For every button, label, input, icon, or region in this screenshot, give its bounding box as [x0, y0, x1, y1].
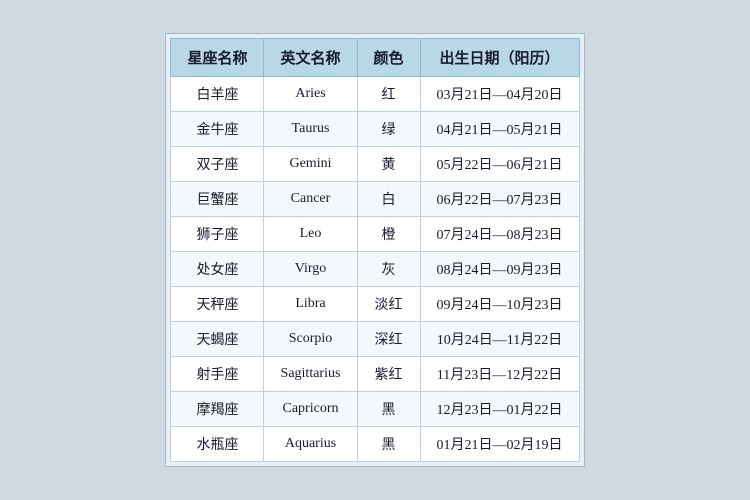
table-row: 金牛座Taurus绿04月21日—05月21日	[171, 112, 579, 147]
cell-dates: 10月24日—11月22日	[420, 322, 579, 357]
header-chinese-name: 星座名称	[171, 39, 264, 77]
table-row: 巨蟹座Cancer白06月22日—07月23日	[171, 182, 579, 217]
zodiac-table-container: 星座名称 英文名称 颜色 出生日期（阳历） 白羊座Aries红03月21日—04…	[165, 33, 584, 467]
cell-color: 白	[357, 182, 420, 217]
cell-dates: 05月22日—06月21日	[420, 147, 579, 182]
cell-chinese-name: 金牛座	[171, 112, 264, 147]
cell-chinese-name: 摩羯座	[171, 392, 264, 427]
cell-chinese-name: 巨蟹座	[171, 182, 264, 217]
cell-chinese-name: 狮子座	[171, 217, 264, 252]
cell-english-name: Virgo	[264, 252, 357, 287]
table-row: 摩羯座Capricorn黑12月23日—01月22日	[171, 392, 579, 427]
table-row: 白羊座Aries红03月21日—04月20日	[171, 77, 579, 112]
cell-english-name: Capricorn	[264, 392, 357, 427]
cell-chinese-name: 天蝎座	[171, 322, 264, 357]
table-header-row: 星座名称 英文名称 颜色 出生日期（阳历）	[171, 39, 579, 77]
cell-dates: 06月22日—07月23日	[420, 182, 579, 217]
cell-dates: 04月21日—05月21日	[420, 112, 579, 147]
table-row: 天秤座Libra淡红09月24日—10月23日	[171, 287, 579, 322]
table-row: 射手座Sagittarius紫红11月23日—12月22日	[171, 357, 579, 392]
cell-dates: 11月23日—12月22日	[420, 357, 579, 392]
cell-english-name: Leo	[264, 217, 357, 252]
cell-color: 黑	[357, 427, 420, 462]
cell-chinese-name: 水瓶座	[171, 427, 264, 462]
table-body: 白羊座Aries红03月21日—04月20日金牛座Taurus绿04月21日—0…	[171, 77, 579, 462]
cell-english-name: Libra	[264, 287, 357, 322]
cell-chinese-name: 白羊座	[171, 77, 264, 112]
cell-dates: 01月21日—02月19日	[420, 427, 579, 462]
cell-english-name: Aquarius	[264, 427, 357, 462]
cell-english-name: Scorpio	[264, 322, 357, 357]
table-row: 水瓶座Aquarius黑01月21日—02月19日	[171, 427, 579, 462]
cell-english-name: Gemini	[264, 147, 357, 182]
cell-chinese-name: 处女座	[171, 252, 264, 287]
table-row: 狮子座Leo橙07月24日—08月23日	[171, 217, 579, 252]
table-row: 处女座Virgo灰08月24日—09月23日	[171, 252, 579, 287]
cell-dates: 07月24日—08月23日	[420, 217, 579, 252]
cell-color: 绿	[357, 112, 420, 147]
cell-english-name: Aries	[264, 77, 357, 112]
cell-chinese-name: 天秤座	[171, 287, 264, 322]
cell-color: 深红	[357, 322, 420, 357]
cell-color: 黑	[357, 392, 420, 427]
cell-dates: 08月24日—09月23日	[420, 252, 579, 287]
cell-english-name: Sagittarius	[264, 357, 357, 392]
header-dates: 出生日期（阳历）	[420, 39, 579, 77]
cell-english-name: Cancer	[264, 182, 357, 217]
header-english-name: 英文名称	[264, 39, 357, 77]
cell-color: 橙	[357, 217, 420, 252]
table-row: 双子座Gemini黄05月22日—06月21日	[171, 147, 579, 182]
cell-color: 黄	[357, 147, 420, 182]
cell-english-name: Taurus	[264, 112, 357, 147]
cell-color: 红	[357, 77, 420, 112]
header-color: 颜色	[357, 39, 420, 77]
cell-chinese-name: 射手座	[171, 357, 264, 392]
table-row: 天蝎座Scorpio深红10月24日—11月22日	[171, 322, 579, 357]
zodiac-table: 星座名称 英文名称 颜色 出生日期（阳历） 白羊座Aries红03月21日—04…	[170, 38, 579, 462]
cell-color: 淡红	[357, 287, 420, 322]
cell-color: 灰	[357, 252, 420, 287]
cell-color: 紫红	[357, 357, 420, 392]
cell-dates: 12月23日—01月22日	[420, 392, 579, 427]
cell-chinese-name: 双子座	[171, 147, 264, 182]
cell-dates: 09月24日—10月23日	[420, 287, 579, 322]
cell-dates: 03月21日—04月20日	[420, 77, 579, 112]
